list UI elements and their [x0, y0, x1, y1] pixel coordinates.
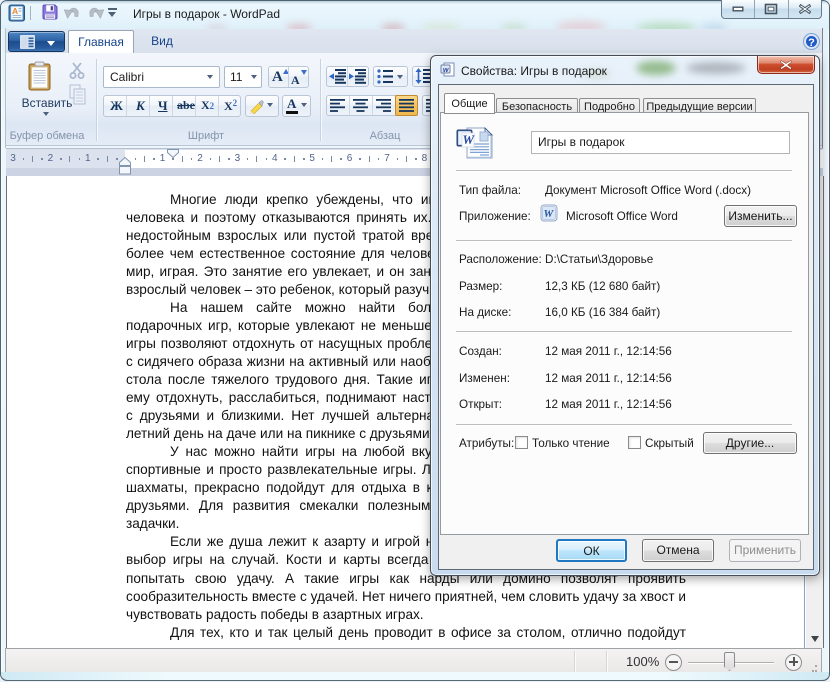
svg-text:W: W: [463, 132, 476, 147]
svg-text:A: A: [12, 6, 18, 16]
svg-text:w: w: [443, 67, 449, 74]
svg-text:W: W: [544, 208, 555, 220]
